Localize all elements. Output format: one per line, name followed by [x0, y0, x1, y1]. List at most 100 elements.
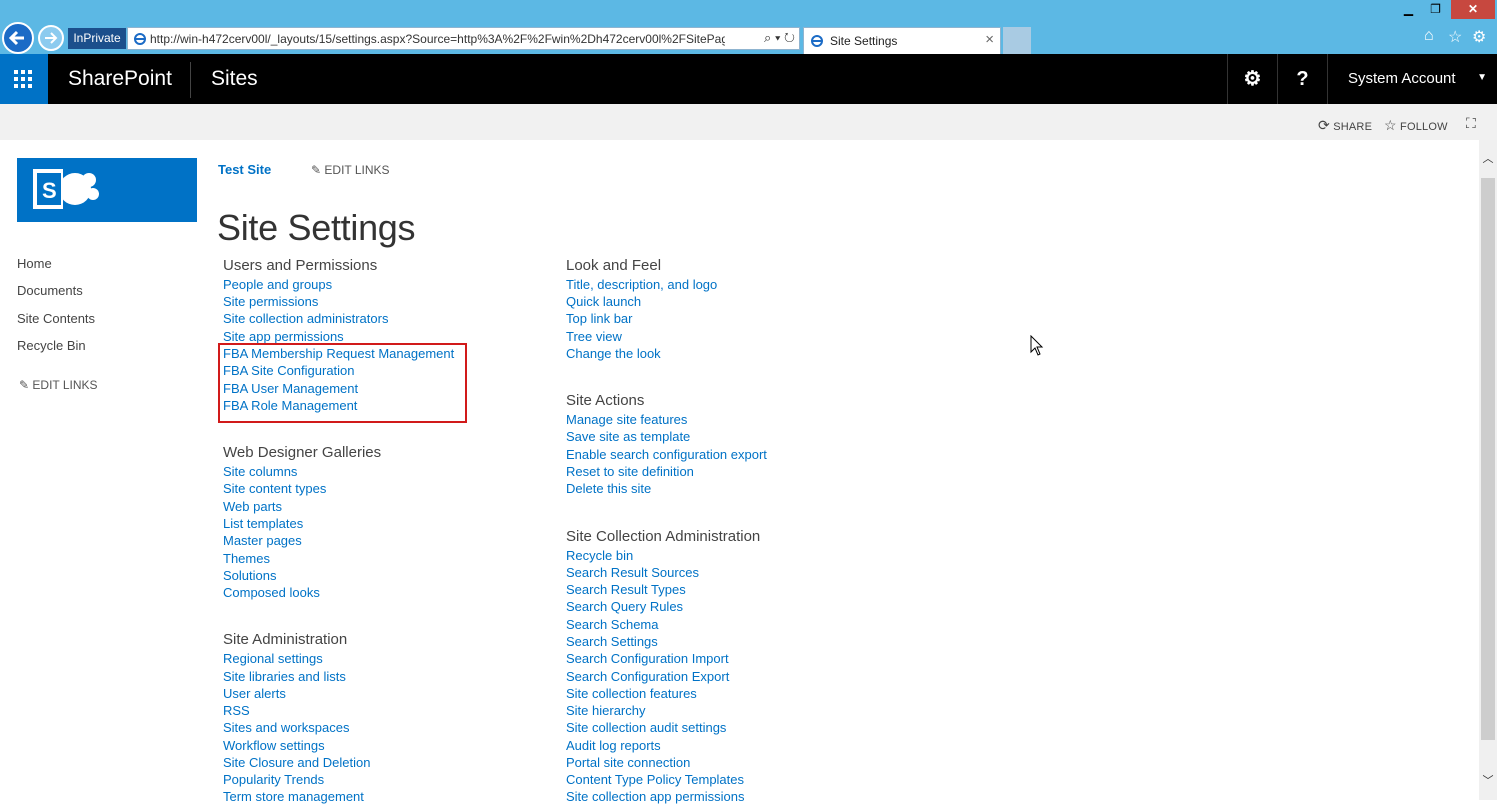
follow-button[interactable]: ☆ FOLLOW — [1384, 117, 1448, 134]
account-menu[interactable]: System Account ▼ — [1327, 54, 1497, 104]
restore-button[interactable]: ❐ — [1422, 0, 1449, 19]
edit-links-left[interactable]: ✎ EDIT LINKS — [19, 378, 98, 392]
link-quick-launch[interactable]: Quick launch — [566, 294, 641, 309]
address-bar[interactable]: http://win-h472cerv00l/_layouts/15/setti… — [127, 27, 800, 50]
search-icon[interactable]: ⌕ — [764, 30, 771, 45]
link-site-libraries-lists[interactable]: Site libraries and lists — [223, 669, 346, 684]
app-launcher-button[interactable] — [0, 54, 48, 104]
link-save-site-as-template[interactable]: Save site as template — [566, 429, 690, 444]
site-name-link[interactable]: Test Site — [218, 162, 271, 177]
suite-bar: SharePoint Sites ⚙ ? System Account ▼ — [0, 54, 1497, 104]
mouse-cursor-icon — [1030, 335, 1044, 356]
link-site-permissions[interactable]: Site permissions — [223, 294, 318, 309]
link-search-config-export[interactable]: Search Configuration Export — [566, 669, 729, 684]
link-user-alerts[interactable]: User alerts — [223, 686, 286, 701]
link-tree-view[interactable]: Tree view — [566, 329, 622, 344]
focus-on-content-icon[interactable]: ⛶ — [1466, 115, 1476, 132]
close-window-button[interactable]: ✕ — [1451, 0, 1495, 19]
vertical-scrollbar[interactable]: ︿ ﹀ — [1479, 140, 1497, 800]
link-reset-site-definition[interactable]: Reset to site definition — [566, 464, 694, 479]
link-solutions[interactable]: Solutions — [223, 568, 276, 583]
forward-button[interactable] — [38, 25, 64, 51]
sharepoint-logo-icon: S — [33, 169, 99, 209]
link-sites-workspaces[interactable]: Sites and workspaces — [223, 720, 349, 735]
refresh-icon[interactable]: ↻ — [784, 30, 795, 45]
link-audit-log-reports[interactable]: Audit log reports — [566, 738, 661, 753]
edit-links-label: EDIT LINKS — [32, 378, 98, 392]
site-logo[interactable]: S — [17, 158, 197, 222]
share-button[interactable]: ⟳ SHARE — [1318, 117, 1372, 134]
browser-tab[interactable]: Site Settings × — [803, 27, 1001, 54]
dropdown-icon[interactable]: ▾ — [775, 30, 780, 45]
ie-page-icon — [134, 33, 146, 45]
help-button[interactable]: ? — [1277, 54, 1327, 104]
nav-documents[interactable]: Documents — [17, 283, 83, 298]
link-web-parts[interactable]: Web parts — [223, 499, 282, 514]
link-site-app-permissions[interactable]: Site app permissions — [223, 329, 344, 344]
link-title-description-logo[interactable]: Title, description, and logo — [566, 277, 717, 292]
link-popularity-trends[interactable]: Popularity Trends — [223, 772, 324, 787]
help-icon: ? — [1296, 68, 1309, 90]
back-button[interactable] — [2, 22, 34, 54]
link-recycle-bin[interactable]: Recycle bin — [566, 548, 633, 563]
link-search-config-import[interactable]: Search Configuration Import — [566, 651, 729, 666]
link-people-and-groups[interactable]: People and groups — [223, 277, 332, 292]
scroll-thumb[interactable] — [1481, 178, 1495, 740]
follow-label: FOLLOW — [1400, 121, 1448, 133]
link-themes[interactable]: Themes — [223, 551, 270, 566]
url-text[interactable]: http://win-h472cerv00l/_layouts/15/setti… — [150, 32, 725, 46]
link-search-schema[interactable]: Search Schema — [566, 617, 659, 632]
link-term-store-management[interactable]: Term store management — [223, 789, 364, 804]
edit-links-top[interactable]: ✎ EDIT LINKS — [311, 163, 390, 177]
link-site-collection-features[interactable]: Site collection features — [566, 686, 697, 701]
tab-close-icon[interactable]: × — [985, 31, 994, 48]
link-site-content-types[interactable]: Site content types — [223, 481, 326, 496]
ribbon-strip: ⟳ SHARE ☆ FOLLOW ⛶ — [0, 104, 1497, 140]
pencil-icon: ✎ — [19, 378, 30, 392]
minimize-button[interactable]: ▁ — [1395, 0, 1422, 19]
link-change-the-look[interactable]: Change the look — [566, 346, 661, 361]
waffle-icon — [14, 70, 32, 88]
sites-link[interactable]: Sites — [211, 67, 258, 91]
link-search-result-sources[interactable]: Search Result Sources — [566, 565, 699, 580]
scroll-up-icon[interactable]: ︿ — [1479, 150, 1497, 166]
favorites-icon[interactable]: ☆ — [1448, 27, 1462, 47]
link-portal-site-connection[interactable]: Portal site connection — [566, 755, 690, 770]
link-top-link-bar[interactable]: Top link bar — [566, 311, 632, 326]
link-site-collection-app-permissions[interactable]: Site collection app permissions — [566, 789, 744, 804]
link-site-columns[interactable]: Site columns — [223, 464, 297, 479]
address-tools: ⌕ ▾ ↻ — [764, 30, 795, 46]
link-search-result-types[interactable]: Search Result Types — [566, 582, 686, 597]
link-search-query-rules[interactable]: Search Query Rules — [566, 599, 683, 614]
link-master-pages[interactable]: Master pages — [223, 533, 302, 548]
link-search-settings[interactable]: Search Settings — [566, 634, 658, 649]
link-enable-search-config-export[interactable]: Enable search configuration export — [566, 447, 767, 462]
nav-home[interactable]: Home — [17, 256, 52, 271]
tools-icon[interactable]: ⚙ — [1472, 27, 1486, 47]
nav-recycle-bin[interactable]: Recycle Bin — [17, 338, 86, 353]
pencil-icon: ✎ — [311, 163, 322, 177]
link-composed-looks[interactable]: Composed looks — [223, 585, 320, 600]
brand-title[interactable]: SharePoint — [68, 67, 172, 91]
nav-site-contents[interactable]: Site Contents — [17, 311, 95, 326]
section-title-look-feel: Look and Feel — [566, 257, 662, 274]
link-site-collection-audit[interactable]: Site collection audit settings — [566, 720, 726, 735]
link-rss[interactable]: RSS — [223, 703, 250, 718]
star-icon: ☆ — [1384, 117, 1397, 133]
scroll-down-icon[interactable]: ﹀ — [1479, 772, 1497, 788]
home-icon[interactable]: ⌂ — [1424, 27, 1434, 45]
account-name: System Account — [1348, 70, 1456, 87]
link-site-hierarchy[interactable]: Site hierarchy — [566, 703, 645, 718]
link-content-type-policy[interactable]: Content Type Policy Templates — [566, 772, 744, 787]
link-site-collection-admins[interactable]: Site collection administrators — [223, 311, 388, 326]
link-list-templates[interactable]: List templates — [223, 516, 303, 531]
link-manage-site-features[interactable]: Manage site features — [566, 412, 687, 427]
link-regional-settings[interactable]: Regional settings — [223, 651, 323, 666]
link-delete-this-site[interactable]: Delete this site — [566, 481, 651, 496]
link-workflow-settings[interactable]: Workflow settings — [223, 738, 325, 753]
page-title: Site Settings — [217, 207, 416, 249]
link-site-closure-deletion[interactable]: Site Closure and Deletion — [223, 755, 370, 770]
new-tab-button[interactable] — [1003, 27, 1031, 54]
settings-gear-button[interactable]: ⚙ — [1227, 54, 1277, 104]
suitebar-divider — [190, 62, 191, 98]
